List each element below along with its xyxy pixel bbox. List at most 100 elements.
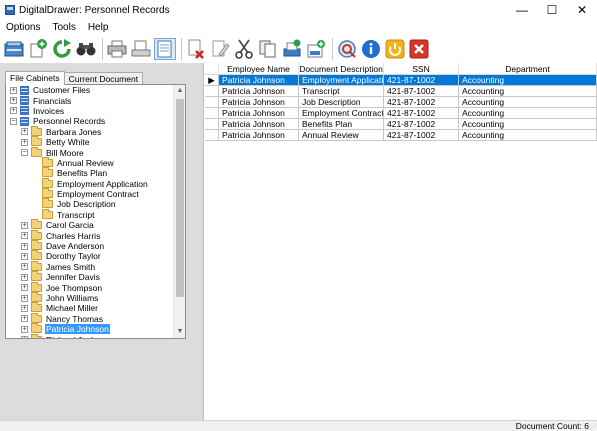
resize-grip-icon[interactable]: ⋰ [590, 424, 596, 431]
tree-scrollbar[interactable]: ▲ ▼ [173, 85, 185, 338]
expand-toggle-icon[interactable]: + [10, 107, 17, 115]
edit-document-button[interactable] [209, 38, 231, 60]
add-to-drawer-button[interactable] [305, 38, 327, 60]
tree-node[interactable]: + Invoices [6, 106, 174, 116]
scan-button[interactable] [130, 38, 152, 60]
cell-employee-name[interactable]: Patricia Johnson [219, 75, 299, 86]
tab-file-cabinets[interactable]: File Cabinets [5, 71, 65, 85]
column-header-ssn[interactable]: SSN [384, 63, 459, 74]
table-row[interactable]: Patricia Johnson Employment Contract 421-8… [205, 108, 597, 119]
expand-toggle-icon[interactable]: + [21, 252, 28, 260]
table-row[interactable]: Patricia Johnson Transcript 421-87-1002 Acc… [205, 86, 597, 97]
expand-toggle-icon[interactable]: + [21, 273, 28, 281]
scroll-down-icon[interactable]: ▼ [174, 326, 185, 338]
cell-ssn[interactable]: 421-87-1002 [384, 97, 459, 108]
row-indicator[interactable] [205, 86, 219, 97]
copy-button[interactable] [257, 38, 279, 60]
info-button[interactable] [360, 38, 382, 60]
add-document-button[interactable] [27, 38, 49, 60]
tree-node[interactable]: Benefits Plan [6, 167, 174, 178]
expand-toggle-icon[interactable]: + [21, 325, 28, 333]
cell-department[interactable]: Accounting [459, 75, 597, 86]
expand-toggle-icon[interactable]: + [21, 336, 28, 338]
exit-button[interactable] [384, 38, 406, 60]
expand-toggle-icon[interactable]: + [10, 86, 17, 94]
cell-ssn[interactable]: 421-87-1002 [384, 119, 459, 130]
menu-tools[interactable]: Tools [46, 22, 81, 33]
expand-toggle-icon[interactable]: + [21, 221, 28, 229]
close-button[interactable] [408, 38, 430, 60]
cell-ssn[interactable]: 421-87-1002 [384, 75, 459, 86]
cell-ssn[interactable]: 421-87-1002 [384, 130, 459, 141]
cell-employee-name[interactable]: Patricia Johnson [219, 97, 299, 108]
cut-button[interactable] [233, 38, 255, 60]
row-indicator[interactable] [205, 108, 219, 119]
row-indicator[interactable] [205, 130, 219, 141]
print-button[interactable] [106, 38, 128, 60]
row-indicator[interactable] [205, 97, 219, 108]
refresh-button[interactable] [51, 38, 73, 60]
menu-help[interactable]: Help [82, 22, 115, 33]
column-header-document-description[interactable]: Document Description [299, 63, 384, 74]
scroll-up-icon[interactable]: ▲ [174, 85, 185, 97]
expand-toggle-icon[interactable]: + [21, 315, 28, 323]
table-row[interactable]: Patricia Johnson Job Description 421-87-10… [205, 97, 597, 108]
cell-department[interactable]: Accounting [459, 86, 597, 97]
tree-node[interactable]: − Bill Moore [6, 146, 174, 158]
expand-toggle-icon[interactable]: + [21, 128, 28, 136]
cell-ssn[interactable]: 421-87-1002 [384, 86, 459, 97]
cell-document-description[interactable]: Transcript [299, 86, 384, 97]
scroll-thumb[interactable] [176, 99, 184, 297]
expand-toggle-icon[interactable]: − [10, 117, 17, 125]
menu-options[interactable]: Options [0, 22, 46, 33]
find-button[interactable] [75, 38, 97, 60]
cell-employee-name[interactable]: Patricia Johnson [219, 86, 299, 97]
cell-document-description[interactable]: Employment Contract [299, 108, 384, 119]
column-header-employee-name[interactable]: Employee Name [219, 63, 299, 74]
minimize-button[interactable]: — [507, 0, 537, 20]
open-cabinet-button[interactable] [3, 38, 25, 60]
table-row[interactable]: ▶ Patricia Johnson Employment Application 4… [205, 75, 597, 86]
expand-toggle-icon[interactable]: + [10, 97, 17, 105]
cell-document-description[interactable]: Employment Application [299, 75, 384, 86]
tree-node[interactable]: Annual Review [6, 156, 174, 168]
cell-department[interactable]: Accounting [459, 97, 597, 108]
delete-document-button[interactable] [185, 38, 207, 60]
tree-node[interactable]: + Financials [6, 95, 174, 106]
expand-toggle-icon[interactable]: + [21, 242, 28, 250]
cell-document-description[interactable]: Annual Review [299, 130, 384, 141]
expand-toggle-icon[interactable]: + [21, 304, 28, 312]
tree-node[interactable]: Employment Contract [6, 188, 174, 199]
table-row[interactable]: Patricia Johnson Annual Review 421-87-1002… [205, 130, 597, 141]
tree-node[interactable]: + Customer Files [6, 85, 174, 95]
cell-employee-name[interactable]: Patricia Johnson [219, 108, 299, 119]
settings-button[interactable] [336, 38, 358, 60]
cell-department[interactable]: Accounting [459, 108, 597, 119]
current-row-indicator-icon[interactable]: ▶ [205, 75, 219, 86]
view-document-button[interactable] [154, 37, 176, 60]
tree-node[interactable]: Job Description [6, 198, 174, 209]
expand-toggle-icon[interactable]: + [21, 263, 28, 271]
cell-document-description[interactable]: Job Description [299, 97, 384, 108]
cell-department[interactable]: Accounting [459, 130, 597, 141]
cell-employee-name[interactable]: Patricia Johnson [219, 130, 299, 141]
expand-toggle-icon[interactable]: + [21, 284, 28, 292]
maximize-button[interactable]: ☐ [537, 0, 567, 20]
tree-node[interactable]: + Richard Jackson [6, 333, 174, 338]
close-window-button[interactable]: ✕ [567, 0, 597, 20]
tree-node-label: Michael Miller [46, 303, 98, 314]
expand-toggle-icon[interactable]: + [21, 232, 28, 240]
column-header-department[interactable]: Department [459, 63, 597, 74]
tree-node[interactable]: Employment Application [6, 177, 174, 189]
table-row[interactable]: Patricia Johnson Benefits Plan 421-87-1002… [205, 119, 597, 130]
cell-ssn[interactable]: 421-87-1002 [384, 108, 459, 119]
expand-toggle-icon[interactable]: + [21, 294, 28, 302]
cell-document-description[interactable]: Benefits Plan [299, 119, 384, 130]
cell-department[interactable]: Accounting [459, 119, 597, 130]
expand-toggle-icon[interactable]: − [21, 149, 28, 157]
cell-employee-name[interactable]: Patricia Johnson [219, 119, 299, 130]
expand-toggle-icon[interactable]: + [21, 138, 28, 146]
row-indicator[interactable] [205, 119, 219, 130]
paste-button[interactable] [281, 38, 303, 60]
file-cabinet-tree[interactable]: + Customer Files + Financials + Invoices − Pers… [6, 85, 174, 338]
